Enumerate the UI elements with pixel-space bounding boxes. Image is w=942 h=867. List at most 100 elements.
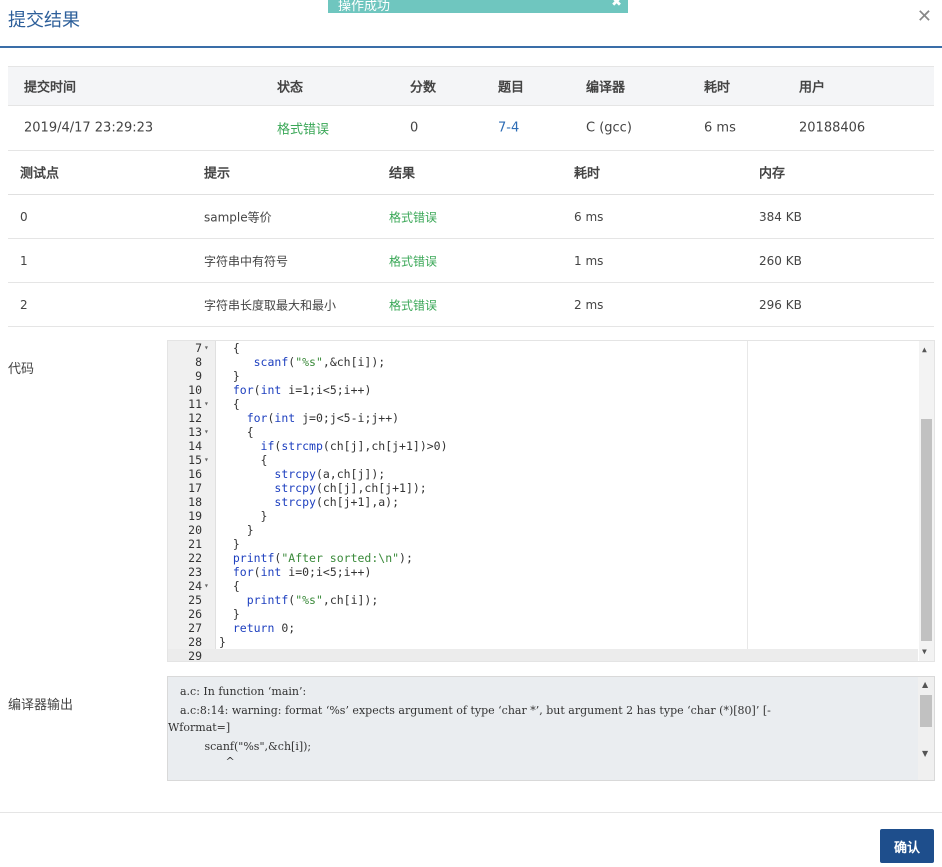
code-scrollbar[interactable]: ▲ ▼ — [919, 341, 934, 661]
line-number: 9 — [195, 369, 202, 383]
footer-divider — [0, 812, 942, 813]
code-line: 28} — [168, 635, 918, 649]
output-scrollbar[interactable]: ▲ ▼ — [918, 677, 934, 780]
code-line: 24 ▾ { — [168, 579, 918, 593]
code-line: 9 } — [168, 369, 918, 383]
line-number: 19 — [188, 509, 202, 523]
code-line: 16 strcpy(a,ch[j]); — [168, 467, 918, 481]
header-status: 状态 — [277, 80, 304, 96]
code-text: printf("After sorted:\n"); — [232, 551, 413, 565]
test-hint: 字符串中有符号 — [204, 254, 289, 268]
code-text: scanf("%s",&ch[i]); — [253, 355, 386, 369]
line-number: 17 — [188, 481, 202, 495]
score: 0 — [410, 120, 419, 136]
test-result: 格式错误 — [389, 254, 438, 268]
line-number: 12 — [188, 411, 202, 425]
line-number: 8 — [195, 355, 202, 369]
code-text: strcpy(ch[j],ch[j+1]); — [274, 481, 427, 495]
close-icon[interactable]: ✕ — [917, 6, 932, 27]
fold-arrow-icon[interactable]: ▾ — [204, 453, 214, 467]
header-user: 用户 — [799, 80, 826, 96]
line-number: 15 — [188, 453, 202, 467]
success-toast: 操作成功 ✖ — [328, 0, 628, 13]
line-number: 21 — [188, 537, 202, 551]
output-line: a.c:8:14: warning: format ‘%s’ expects a… — [180, 704, 771, 717]
compiler-output-label: 编译器输出 — [8, 698, 74, 713]
elapsed-time: 6 ms — [704, 120, 736, 136]
fold-arrow-icon[interactable]: ▾ — [204, 397, 214, 411]
header-memory: 内存 — [759, 166, 786, 182]
code-text: for(int j=0;j<5-i;j++) — [246, 411, 400, 425]
code-line: 22 printf("After sorted:\n"); — [168, 551, 918, 565]
header-hint: 提示 — [204, 166, 231, 182]
output-line: Wformat=] — [168, 721, 231, 734]
fold-arrow-icon[interactable]: ▾ — [204, 579, 214, 593]
code-line: 18 strcpy(ch[j+1],a); — [168, 495, 918, 509]
output-line: a.c: In function ‘main’: — [180, 685, 307, 698]
line-number: 7 — [195, 341, 202, 355]
line-number: 11 — [188, 397, 202, 411]
code-line: 20 } — [168, 523, 918, 537]
test-id: 2 — [20, 297, 28, 312]
code-text: { — [219, 397, 240, 411]
test-cases-table: 测试点 提示 结果 耗时 内存 0 sample等价 格式错误 6 ms 384… — [8, 150, 934, 327]
test-memory: 384 KB — [759, 209, 802, 224]
code-line: 14 if(strcmp(ch[j],ch[j+1])>0) — [168, 439, 918, 453]
code-text: strcpy(a,ch[j]); — [274, 467, 386, 481]
code-text: for(int i=0;i<5;i++) — [232, 565, 372, 579]
summary-row: 2019/4/17 23:29:23 格式错误 0 7-4 C (gcc) 6 … — [8, 106, 934, 151]
code-line: 7 ▾ { — [168, 341, 918, 355]
code-text: for(int i=1;i<5;i++) — [232, 383, 372, 397]
toast-message: 操作成功 — [338, 0, 391, 13]
summary-header-row: 提交时间 状态 分数 题目 编译器 耗时 用户 — [8, 66, 934, 106]
scroll-up-icon[interactable]: ▲ — [922, 345, 927, 354]
code-line: 23 for(int i=0;i<5;i++) — [168, 565, 918, 579]
submission-summary-table: 提交时间 状态 分数 题目 编译器 耗时 用户 2019/4/17 23:29:… — [8, 66, 934, 151]
code-line: 11 ▾ { — [168, 397, 918, 411]
scroll-down-icon[interactable]: ▼ — [922, 647, 927, 656]
confirm-button[interactable]: 确认 — [880, 829, 934, 863]
test-time: 6 ms — [574, 209, 604, 224]
line-number: 22 — [188, 551, 202, 565]
code-label: 代码 — [8, 362, 35, 377]
line-number: 14 — [188, 439, 202, 453]
code-text: if(strcmp(ch[j],ch[j+1])>0) — [260, 439, 448, 453]
user-id: 20188406 — [799, 120, 866, 136]
line-number: 23 — [188, 565, 202, 579]
problem-link[interactable]: 7-4 — [498, 121, 519, 136]
line-number: 13 — [188, 425, 202, 439]
scroll-thumb[interactable] — [920, 695, 932, 727]
fold-arrow-icon[interactable]: ▾ — [204, 425, 214, 439]
code-text: } — [219, 635, 226, 649]
scroll-up-icon[interactable]: ▲ — [922, 680, 928, 689]
code-text: { — [219, 453, 268, 467]
test-id: 1 — [20, 253, 28, 268]
code-text: } — [219, 509, 268, 523]
scroll-thumb[interactable] — [921, 419, 932, 641]
output-line: ^ — [180, 755, 235, 768]
scroll-down-icon[interactable]: ▼ — [922, 749, 928, 758]
code-text: { — [219, 425, 254, 439]
code-line: 21 } — [168, 537, 918, 551]
code-text: } — [219, 607, 240, 621]
test-hint: sample等价 — [204, 210, 272, 224]
code-line: 12 for(int j=0;j<5-i;j++) — [168, 411, 918, 425]
header-score: 分数 — [410, 80, 437, 96]
code-line: 13 ▾ { — [168, 425, 918, 439]
header-test-point: 测试点 — [20, 166, 60, 182]
table-row: 2 字符串长度取最大和最小 格式错误 2 ms 296 KB — [8, 283, 934, 327]
code-line: 8 scanf("%s",&ch[i]); — [168, 355, 918, 369]
line-number: 10 — [188, 383, 202, 397]
header-problem: 题目 — [498, 80, 525, 96]
fold-arrow-icon[interactable]: ▾ — [204, 341, 214, 355]
header-submit-time: 提交时间 — [24, 80, 77, 96]
line-number: 26 — [188, 607, 202, 621]
header-compiler: 编译器 — [586, 80, 626, 96]
test-memory: 260 KB — [759, 253, 802, 268]
close-icon[interactable]: ✖ — [611, 0, 622, 10]
code-editor[interactable]: 7 ▾ {8 scanf("%s",&ch[i]); 9 } 10 for(int i… — [167, 340, 935, 662]
code-line: 25 printf("%s",ch[i]); — [168, 593, 918, 607]
compiler-output-textarea[interactable]: a.c: In function ‘main’: a.c:8:14: warni… — [167, 676, 935, 781]
code-text: return 0; — [232, 621, 296, 635]
header-elapsed: 耗时 — [704, 80, 731, 96]
